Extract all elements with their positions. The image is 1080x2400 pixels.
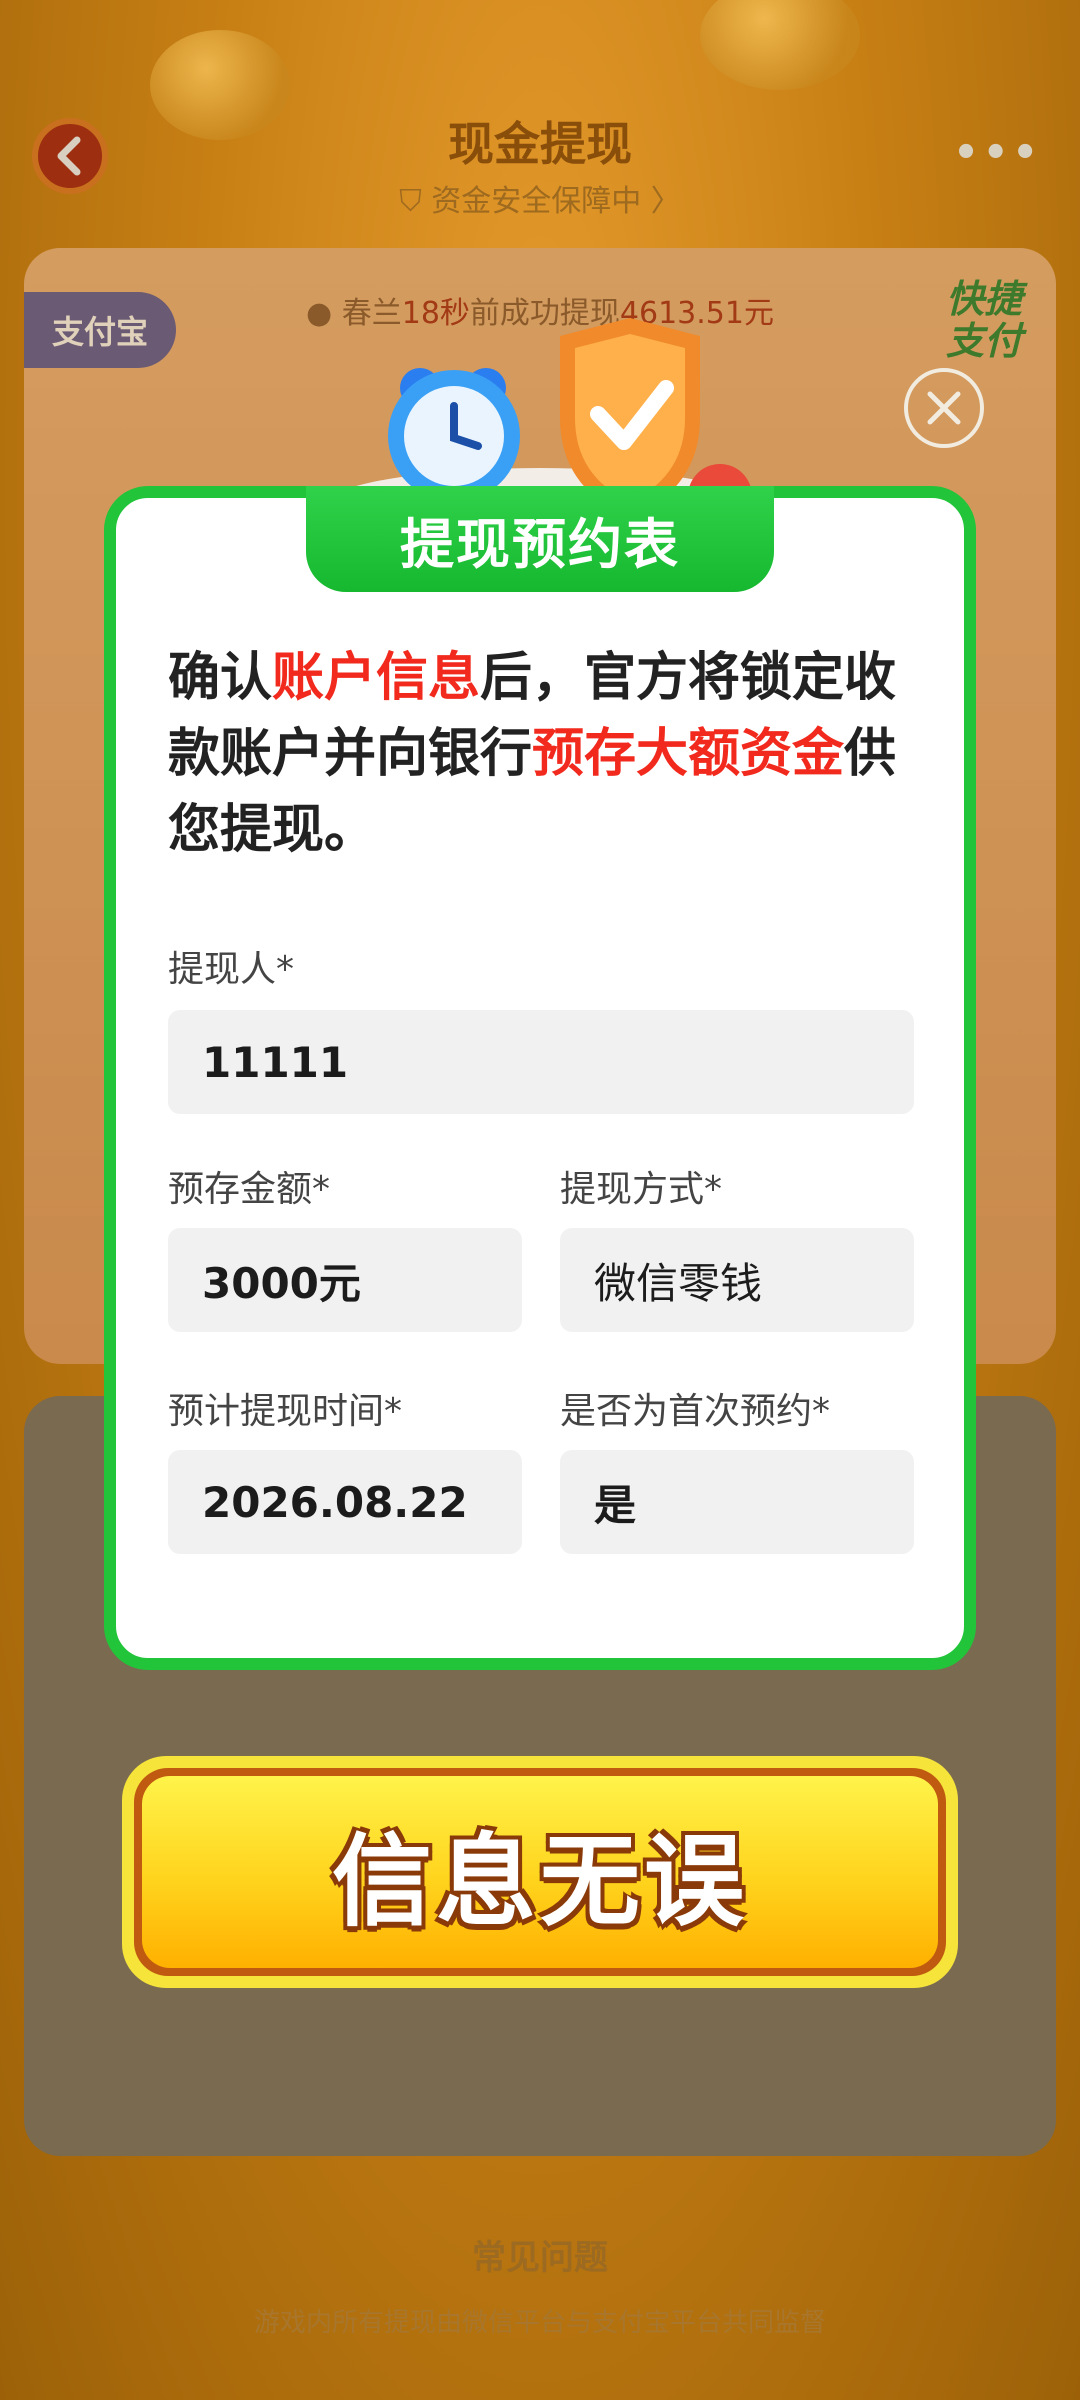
deposit-amount-label: 预存金额* bbox=[168, 1169, 331, 1210]
shield-icon: ⛉ bbox=[399, 184, 422, 219]
top-bar: 现金提现 ⛉ 资金安全保障中 〉 ••• bbox=[0, 90, 1080, 230]
withdraw-method-label: 提现方式* bbox=[560, 1169, 723, 1210]
withdrawer-field[interactable]: 11111 bbox=[168, 1010, 914, 1114]
confirm-button-frame: 信息无误 bbox=[134, 1768, 946, 1976]
alarm-clock-icon bbox=[388, 368, 520, 502]
modal-title: 提现预约表 bbox=[306, 486, 774, 592]
fast-pay-badge: 快捷 支付 bbox=[945, 277, 1022, 363]
withdraw-method-field[interactable]: 微信零钱 bbox=[560, 1228, 914, 1332]
more-options-button[interactable]: ••• bbox=[953, 130, 1042, 176]
faq-title: 常见问题 bbox=[472, 2238, 608, 2278]
confirm-info-button[interactable]: 信息无误 bbox=[122, 1756, 958, 1988]
close-icon bbox=[927, 391, 961, 425]
page-title: 现金提现 bbox=[448, 117, 632, 171]
close-button[interactable] bbox=[904, 368, 984, 448]
coin-decoration bbox=[700, 0, 860, 90]
chevron-right-icon: 〉 bbox=[650, 184, 681, 219]
first-reservation-label: 是否为首次预约* bbox=[560, 1391, 831, 1432]
withdraw-time-field[interactable]: 2026.08.22 bbox=[168, 1450, 522, 1554]
withdrawer-label: 提现人* bbox=[168, 949, 295, 990]
withdraw-time-label: 预计提现时间* bbox=[168, 1391, 403, 1432]
deposit-amount-field[interactable]: 3000元 bbox=[168, 1228, 522, 1332]
faq-subtitle: 游戏内所有提现由微信平台与支付宝平台共同监督 bbox=[253, 2308, 826, 2338]
modal-intro-text: 确认账户信息后，官方将锁定收款账户并向银行预存大额资金供您提现。 bbox=[168, 648, 897, 860]
safety-status[interactable]: ⛉ 资金安全保障中 〉 bbox=[0, 176, 1080, 220]
confirm-button-label: 信息无误 bbox=[142, 1776, 938, 1968]
first-reservation-field[interactable]: 是 bbox=[560, 1450, 914, 1554]
